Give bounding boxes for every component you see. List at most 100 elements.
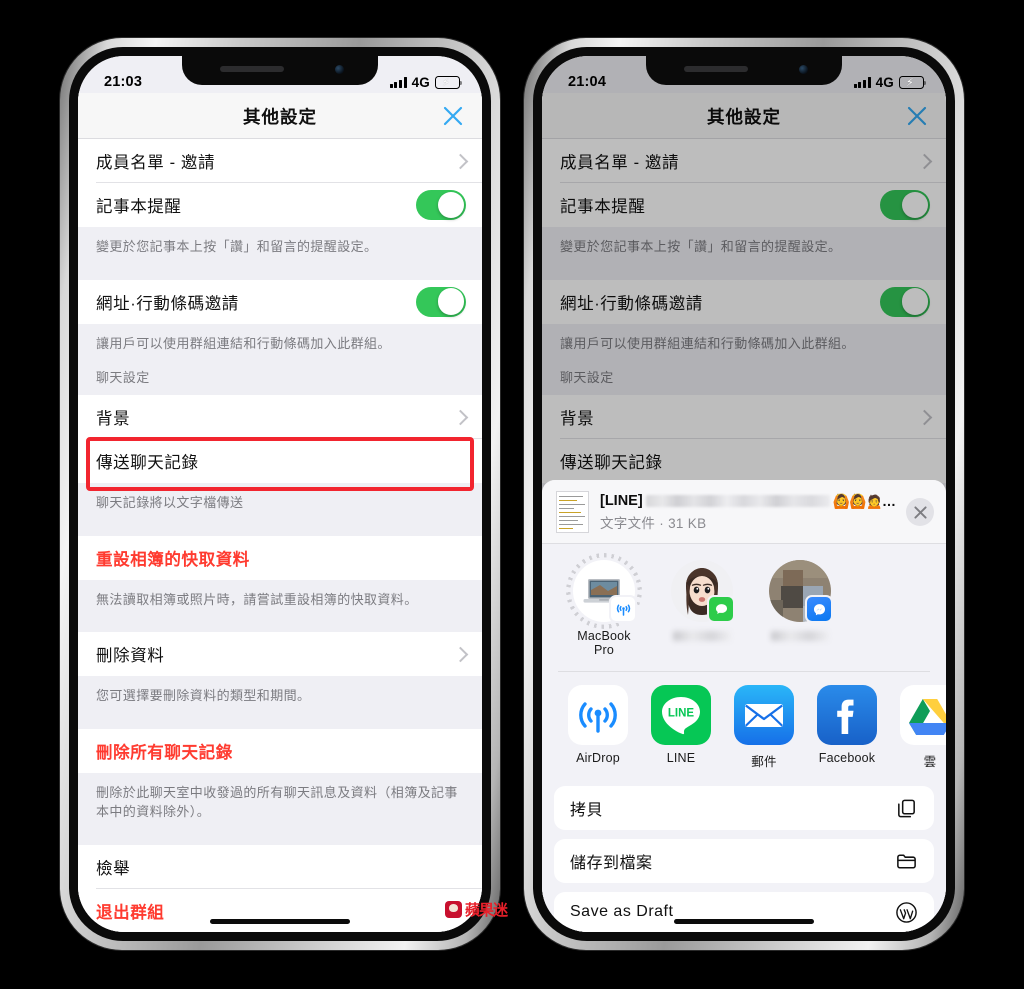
settings-row-label: 檢舉 xyxy=(96,859,131,878)
settings-row-退出群組[interactable]: 退出群組 xyxy=(78,888,482,932)
network-type-label: 4G xyxy=(875,75,894,90)
section-gap xyxy=(78,621,482,632)
share-sheet: [LINE] 🙆🙆🙍… 文字文件 · 31 KB MacBook Pro Air… xyxy=(542,480,946,932)
settings-row-label: 記事本提醒 xyxy=(96,198,182,216)
settings-note: 刪除於此聊天室中收發過的所有聊天訊息及資料（相簿及記事本中的資料除外）。 xyxy=(78,772,482,834)
settings-row-檢舉[interactable]: 檢舉 xyxy=(78,844,482,889)
home-indicator-right xyxy=(674,919,814,924)
section-gap xyxy=(78,717,482,729)
section-gap xyxy=(78,268,482,280)
front-camera-icon xyxy=(335,65,344,74)
app-label: AirDrop xyxy=(576,751,620,765)
battery-icon: ⚡ xyxy=(435,76,463,89)
settings-row-label: 成員名單 - 邀請 xyxy=(96,154,216,172)
charging-bolt-icon: ⚡ xyxy=(906,76,914,89)
line-settings-page-left: 21:03 4G ⚡ 其他設定 成員名單 - 邀請 記事本提醒 變更於您記事本上… xyxy=(78,56,482,932)
app-label: 雲 xyxy=(923,755,937,769)
page-title: 其他設定 xyxy=(243,106,317,127)
close-circle-icon[interactable] xyxy=(906,498,934,526)
settings-row-重設相簿的快取資料[interactable]: 重設相簿的快取資料 xyxy=(78,535,482,580)
share-contact-memoji[interactable] xyxy=(666,560,738,641)
settings-row-label: 背景 xyxy=(96,410,131,428)
settings-row-label: 傳送聊天記錄 xyxy=(96,454,199,472)
share-contact-macbook[interactable]: MacBook Pro xyxy=(566,553,642,657)
share-action-save-as-draft[interactable]: Save as Draft xyxy=(554,892,934,932)
facebook-icon xyxy=(817,685,877,745)
share-file-name-prefix: [LINE] xyxy=(600,493,643,509)
close-x-icon[interactable] xyxy=(440,103,466,129)
share-app-mail[interactable]: 郵件 xyxy=(734,685,794,770)
battery-icon: ⚡ xyxy=(899,76,927,89)
share-action-card-copy: 拷貝 xyxy=(554,786,934,830)
share-file-info: [LINE] 🙆🙆🙍… 文字文件 · 31 KB xyxy=(600,493,895,532)
toggle-knob xyxy=(437,288,465,315)
messages-icon xyxy=(707,595,735,623)
settings-note: 聊天記錄將以文字檔傳送 xyxy=(78,483,482,525)
speaker-grille-icon xyxy=(684,66,748,72)
file-name-emoji: 🙆🙆🙍… xyxy=(832,492,895,509)
phone-right-screen: 21:04 4G ⚡ 其他設定 成員名單 - 邀請 記事本提醒 變更於您記事本上… xyxy=(542,56,946,932)
app-label: LINE xyxy=(666,751,696,765)
avatar xyxy=(566,553,642,629)
share-apps-row[interactable]: AirDrop LINE LINE 郵件 Facebook 雲 xyxy=(542,672,946,780)
folder-icon xyxy=(894,849,919,874)
settings-note: 變更於您記事本上按「讚」和留言的提醒設定。 xyxy=(78,227,482,269)
settings-list-left[interactable]: 成員名單 - 邀請 記事本提醒變更於您記事本上按「讚」和留言的提醒設定。網址·行動… xyxy=(78,139,482,932)
share-contact-messenger[interactable] xyxy=(764,560,836,641)
share-action-card-save-draft: Save as Draft xyxy=(554,892,934,932)
airdrop-icon xyxy=(609,595,637,623)
wordpress-icon xyxy=(894,900,919,925)
settings-note: 您可選擇要刪除資料的類型和期間。 xyxy=(78,676,482,718)
settings-row-label: 刪除所有聊天記錄 xyxy=(96,743,233,762)
status-indicators: 4G ⚡ xyxy=(389,75,463,90)
front-camera-icon xyxy=(799,65,808,74)
settings-row-刪除資料[interactable]: 刪除資料 xyxy=(78,632,482,676)
chevron-right-icon xyxy=(452,153,469,169)
phone-left-screen: 21:03 4G ⚡ 其他設定 成員名單 - 邀請 記事本提醒 變更於您記事本上… xyxy=(78,56,482,932)
watermark-logo-icon xyxy=(445,901,462,918)
section-gap xyxy=(78,833,482,845)
share-app-drive[interactable]: 雲 xyxy=(900,685,946,770)
toggle-switch[interactable] xyxy=(416,286,466,317)
app-label: Facebook xyxy=(818,751,876,765)
notch-right xyxy=(646,56,842,85)
action-label: 拷貝 xyxy=(570,802,604,819)
share-app-facebook[interactable]: Facebook xyxy=(817,685,877,765)
toggle-knob xyxy=(437,191,465,219)
redacted-file-name xyxy=(645,495,830,507)
settings-row-成員名單---邀請[interactable]: 成員名單 - 邀請 xyxy=(78,139,482,183)
svg-text:LINE: LINE xyxy=(668,708,695,720)
screenshot-stage: 21:03 4G ⚡ 其他設定 成員名單 - 邀請 記事本提醒 變更於您記事本上… xyxy=(0,0,1024,989)
app-label: 郵件 xyxy=(751,755,777,769)
settings-note: 無法讀取相簿或照片時，請嘗試重設相簿的快取資料。 xyxy=(78,579,482,621)
settings-row-傳送聊天記錄[interactable]: 傳送聊天記錄 xyxy=(78,439,482,483)
share-action-copy[interactable]: 拷貝 xyxy=(554,786,934,830)
status-time: 21:04 xyxy=(568,74,607,90)
share-actions-list[interactable]: 拷貝 儲存到檔案 Save as Draft xyxy=(542,780,946,932)
google-drive-icon xyxy=(900,685,946,745)
share-contacts-row[interactable]: MacBook Pro xyxy=(542,544,946,665)
settings-row-label: 刪除資料 xyxy=(96,647,165,665)
toggle-switch[interactable] xyxy=(416,190,466,220)
chevron-right-icon xyxy=(452,409,469,425)
watermark: 蘋果迷 xyxy=(445,899,508,920)
settings-group-header: 聊天設定 xyxy=(78,365,482,395)
airdrop-icon xyxy=(568,685,628,745)
network-type-label: 4G xyxy=(411,75,430,90)
settings-row-記事本提醒[interactable]: 記事本提醒 xyxy=(78,183,482,227)
settings-row-label: 網址·行動條碼邀請 xyxy=(96,294,239,313)
share-app-airdrop[interactable]: AirDrop xyxy=(568,685,628,765)
settings-row-刪除所有聊天記錄[interactable]: 刪除所有聊天記錄 xyxy=(78,728,482,773)
share-action-save-to-files[interactable]: 儲存到檔案 xyxy=(554,839,934,883)
settings-row-網址·行動條碼邀請[interactable]: 網址·行動條碼邀請 xyxy=(78,279,482,324)
settings-row-label: 重設相簿的快取資料 xyxy=(96,550,250,569)
notch-left xyxy=(182,56,378,85)
nav-bar-left: 其他設定 xyxy=(78,93,482,139)
action-label: 儲存到檔案 xyxy=(570,855,653,872)
settings-row-背景[interactable]: 背景 xyxy=(78,395,482,439)
contact-name: MacBook Pro xyxy=(577,629,631,657)
avatar xyxy=(671,560,735,623)
speaker-grille-icon xyxy=(220,66,284,72)
share-app-line[interactable]: LINE LINE xyxy=(651,685,711,765)
avatar xyxy=(769,560,833,623)
